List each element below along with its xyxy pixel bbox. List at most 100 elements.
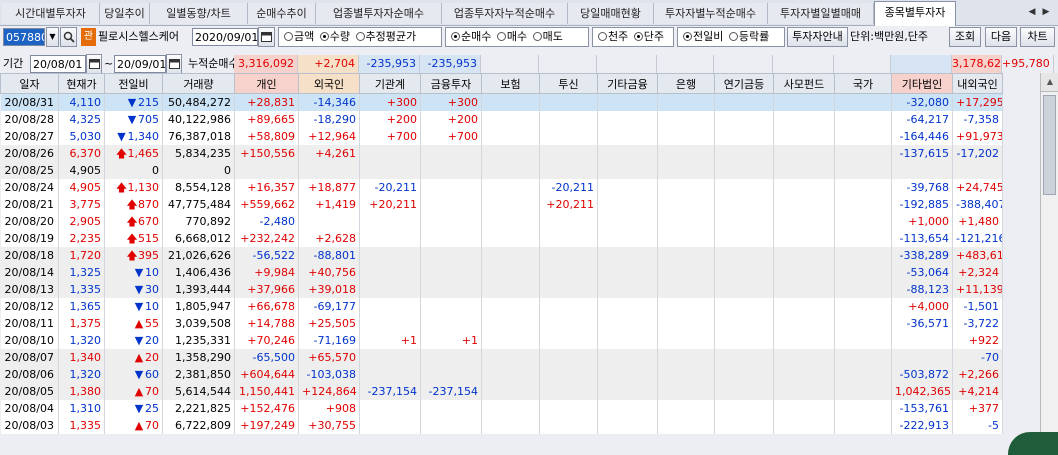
table-row[interactable]: 20/08/14 1,325 ▼ 10 1,406,436 +9,984 +40,756 -5… [0,264,1003,281]
radio-change-rate[interactable] [728,32,738,41]
column-header-1[interactable]: 현재가 [58,73,105,94]
radio-net-buy[interactable] [451,32,460,41]
radio-sell[interactable] [532,32,542,41]
table-row[interactable]: 20/08/12 1,365 ▼ 10 1,805,947 +66,678 -69,177 +… [0,298,1003,315]
table-cell: 🡅 670 [104,213,163,230]
table-row[interactable]: 20/08/27 5,030 ▼ 1,340 76,387,018 +58,809 +12,… [0,128,1003,145]
table-row[interactable]: 20/08/13 1,335 ▼ 30 1,393,444 +37,966 +39,018-… [0,281,1003,298]
investor-info-button[interactable]: 투자자안내 [787,27,848,47]
tab-0[interactable]: 시간대별투자자 [2,3,100,24]
radio-buy[interactable] [496,32,506,41]
tab-1[interactable]: 당일추이 [100,3,150,24]
limit-up-arrow-icon: 🡅 [126,215,138,228]
table-cell: ▲ 55 [104,315,163,332]
table-row[interactable]: 20/08/24 4,905 🡅 1,130 8,554,128 +16,357 +18,8… [0,179,1003,196]
dropdown-button[interactable]: ▼ [46,27,59,47]
radio-avg-price[interactable] [355,32,365,41]
tab-next-icon[interactable]: ▶ [1039,4,1053,20]
stock-code-input[interactable]: 057880 [3,28,45,46]
table-cell [773,349,835,366]
radio-quantity[interactable] [319,32,329,41]
column-header-5[interactable]: 외국인 [298,73,360,94]
table-row[interactable]: 20/08/10 1,320 ▼ 20 1,235,331 +70,246 -71,169 +… [0,332,1003,349]
column-header-0[interactable]: 일자 [0,73,59,94]
column-header-11[interactable]: 은행 [657,73,715,94]
column-header-6[interactable]: 기관계 [359,73,421,94]
table-cell: +150,556 [234,145,299,162]
table-row[interactable]: 20/08/31 4,110 ▼ 215 50,484,272 +28,831 -14,34… [0,93,1003,111]
table-row[interactable]: 20/08/20 2,905 🡅 670 770,892 -2,480 +1,000 +1,4… [0,213,1003,230]
query-button[interactable]: 조회 [949,27,981,47]
table-row[interactable]: 20/08/26 6,370 🡅 1,465 5,834,235 +150,556 +4,2… [0,145,1003,162]
table-cell [420,196,482,213]
from-calendar-icon[interactable] [86,54,102,74]
table-row[interactable]: 20/08/21 3,775 🡅 870 47,775,484 +559,662 +1,41… [0,196,1003,213]
tab-5[interactable]: 업종투자자누적순매수 [442,3,568,24]
table-row[interactable]: 20/08/05 1,380 ▲ 70 5,614,544 1,150,441 +124,8… [0,383,1003,400]
table-cell [657,417,715,434]
table-cell [657,315,715,332]
table-cell: 21,026,626 [162,247,235,264]
scroll-up-icon[interactable]: ▲ [1041,73,1058,92]
column-header-14[interactable]: 국가 [834,73,892,94]
column-header-8[interactable]: 보험 [481,73,540,94]
table-row[interactable]: 20/08/18 1,720 🡅 395 21,026,626 -56,522 -88,80… [0,247,1003,264]
table-cell: 1,320 [58,332,105,349]
table-row[interactable]: 20/08/07 1,340 ▲ 20 1,358,290 -65,500 +65,570-… [0,349,1003,366]
table-cell: 1,325 [58,264,105,281]
table-row[interactable]: 20/08/25 4,905 0 0 [0,162,1003,179]
summary-cell: -235,953 [420,55,481,73]
next-button[interactable]: 다음 [985,27,1017,47]
tab-4[interactable]: 업종별투자자순매수 [316,3,442,24]
radio-amount[interactable] [284,32,293,41]
period-from-input[interactable]: 20/08/01 [30,55,86,73]
search-icon[interactable] [60,27,77,47]
period-to-input[interactable]: 20/09/01 [114,55,166,73]
tab-2[interactable]: 일별동향/차트 [150,3,248,24]
column-header-10[interactable]: 기타금융 [597,73,658,94]
date-input[interactable]: 2020/09/01 [192,28,258,46]
table-cell: +58,809 [234,128,299,145]
radio-prev-change[interactable] [683,32,692,41]
column-header-16[interactable]: 내외국인 [952,73,1003,94]
tab-prev-icon[interactable]: ◀ [1025,4,1039,20]
column-header-9[interactable]: 투신 [539,73,598,94]
change-value: 670 [138,215,159,228]
change-value: 10 [145,300,159,313]
table-cell: +66,678 [234,298,299,315]
table-cell [657,230,715,247]
summary-cell: +2,704 [298,55,359,73]
to-calendar-icon[interactable] [166,54,182,74]
radio-thousand-shares[interactable] [598,32,607,41]
table-row[interactable]: 20/08/03 1,335 ▲ 70 6,722,809 +197,249 +30,755… [0,417,1003,434]
table-cell: +700 [420,128,482,145]
table-row[interactable]: 20/08/11 1,375 ▲ 55 3,039,508 +14,788 +25,505-… [0,315,1003,332]
column-header-15[interactable]: 기타법인 [891,73,953,94]
table-row[interactable]: 20/08/19 2,235 🡅 515 6,668,012 +232,242 +2,628… [0,230,1003,247]
column-header-4[interactable]: 개인 [234,73,299,94]
scroll-thumb[interactable] [1043,95,1056,195]
table-row[interactable]: 20/08/04 1,310 ▼ 25 2,221,825 +152,476 +908 -15… [0,400,1003,417]
vertical-scrollbar[interactable]: ▲ [1040,73,1058,455]
table-row[interactable]: 20/08/06 1,320 ▼ 60 2,381,850 +604,644 -103,03… [0,366,1003,383]
table-cell [714,162,774,179]
column-header-12[interactable]: 연기금등 [714,73,774,94]
radio-single-shares[interactable] [633,32,643,41]
tab-3[interactable]: 순매수추이 [248,3,316,24]
tab-9[interactable]: 종목별투자자 [874,1,956,26]
column-header-3[interactable]: 거래량 [162,73,235,94]
table-cell [834,230,892,247]
chart-button[interactable]: 차트 [1020,27,1055,47]
calendar-icon[interactable] [258,27,275,47]
tab-6[interactable]: 당일매매현황 [568,3,654,24]
table-cell [714,230,774,247]
column-header-7[interactable]: 금융투자 [420,73,482,94]
tab-8[interactable]: 투자자별일별매매 [768,3,874,24]
table-row[interactable]: 20/08/28 4,325 ▼ 705 40,122,986 +89,665 -18,29… [0,111,1003,128]
column-header-2[interactable]: 전일비 [104,73,163,94]
table-cell [597,230,658,247]
tab-7[interactable]: 투자자별누적순매수 [654,3,768,24]
down-arrow-icon: ▼ [134,283,144,296]
column-header-13[interactable]: 사모펀드 [773,73,835,94]
table-cell [657,332,715,349]
